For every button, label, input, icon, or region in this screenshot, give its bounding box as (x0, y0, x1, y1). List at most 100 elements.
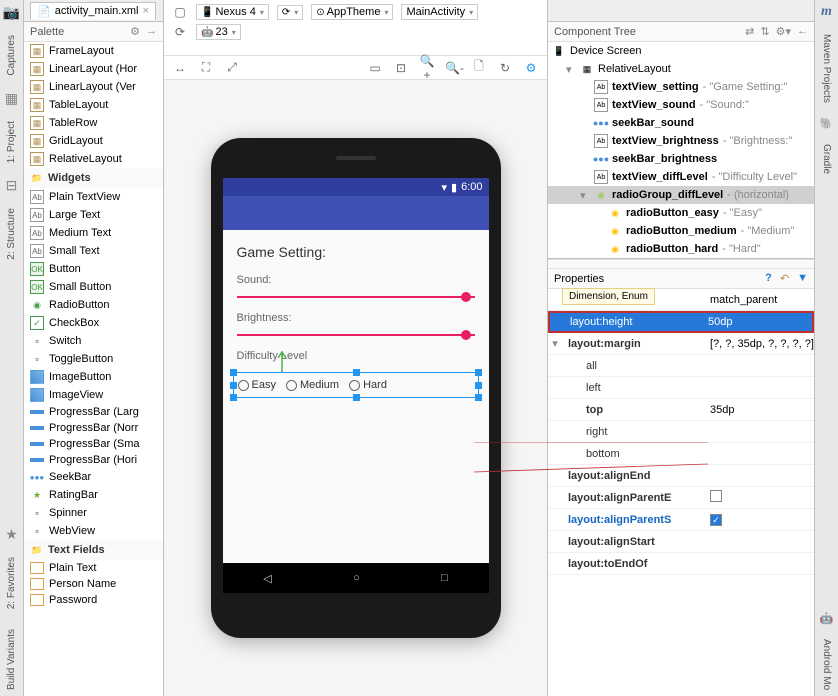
rail-tab-structure[interactable]: 2: Structure (6, 208, 17, 260)
palette-item[interactable]: ▦FrameLayout (24, 42, 163, 60)
phone-orient-icon[interactable]: ▢ (172, 5, 188, 19)
palette-item[interactable]: ▫ToggleButton (24, 350, 163, 368)
palette-item[interactable]: ProgressBar (Larg (24, 404, 163, 420)
android-icon[interactable]: 🤖 (820, 612, 834, 625)
palette-item[interactable]: ▦TableRow (24, 114, 163, 132)
select-icon[interactable]: ▭ (367, 61, 383, 75)
maven-icon[interactable]: m (821, 4, 832, 20)
zoom-in-icon[interactable]: 🔍+ (419, 54, 435, 82)
palette-item[interactable]: ▫Switch (24, 332, 163, 350)
palette-item[interactable]: Password (24, 592, 163, 608)
device-dropdown[interactable]: 📱 Nexus 4 (196, 4, 269, 20)
palette-item[interactable]: AbPlain TextView (24, 188, 163, 206)
tree-row[interactable]: AbtextView_diffLevel - "Difficulty Level… (548, 168, 814, 186)
file-tab-activity-main[interactable]: 📄 activity_main.xml × (30, 2, 156, 20)
property-row[interactable]: layout:alignParentE (548, 487, 814, 509)
palette-item[interactable]: AbLarge Text (24, 206, 163, 224)
help-icon[interactable]: ? (765, 272, 772, 285)
palette-item[interactable]: ▫WebView (24, 522, 163, 540)
settings-gear-icon[interactable]: ⚙ (523, 61, 539, 75)
tree-row[interactable]: ◉radioButton_medium - "Medium" (548, 222, 814, 240)
undo-icon[interactable]: ↶ (780, 272, 789, 285)
palette-item[interactable]: ProgressBar (Hori (24, 452, 163, 468)
tree-row[interactable]: AbtextView_brightness - "Brightness:" (548, 132, 814, 150)
palette-cat-textfields[interactable]: 📁Text Fields (24, 540, 163, 560)
design-canvas[interactable]: ▾ ▮ 6:00 Game Setting: Sound: Brightness… (164, 80, 547, 696)
palette-item[interactable]: AbSmall Text (24, 242, 163, 260)
tree-relative-layout[interactable]: ▾▦RelativeLayout (548, 60, 814, 78)
rail-tab-gradle[interactable]: Gradle (821, 144, 832, 174)
property-row[interactable]: right (548, 421, 814, 443)
palette-list[interactable]: ▦FrameLayout▦LinearLayout (Hor▦LinearLay… (24, 42, 163, 696)
palette-item[interactable]: ImageButton (24, 368, 163, 386)
tree-device-screen[interactable]: 📱Device Screen (548, 42, 814, 60)
refresh-icon[interactable]: ⟳ (172, 25, 188, 39)
palette-item[interactable]: ◉RadioButton (24, 296, 163, 314)
preview-radio-group[interactable]: Easy Medium Hard (233, 372, 479, 398)
collapse-icon[interactable]: ⇅ (760, 25, 769, 38)
tree-row[interactable]: ▾◉radioGroup_diffLevel - (horizontal) (548, 186, 814, 204)
expand-icon[interactable]: ⛶ (198, 60, 214, 75)
property-row[interactable]: layout:alignEnd (548, 465, 814, 487)
palette-item[interactable]: ●●●SeekBar (24, 468, 163, 486)
close-icon[interactable]: × (142, 5, 148, 17)
chevron-left-icon[interactable]: ← (797, 25, 808, 38)
palette-item[interactable]: ▫Spinner (24, 504, 163, 522)
zoom-fit-icon[interactable]: ⊡ (393, 61, 409, 75)
properties-grid[interactable]: xmatch_parentlayout:height50dp▾layout:ma… (548, 289, 814, 696)
tree-row[interactable]: ●●●seekBar_brightness (548, 150, 814, 168)
property-row[interactable]: layout:toEndOf (548, 553, 814, 575)
gear-icon[interactable]: ⚙▾ (776, 25, 791, 38)
palette-item[interactable]: ProgressBar (Norr (24, 420, 163, 436)
orientation-dropdown[interactable]: ⟳ (277, 5, 303, 20)
palette-cat-widgets[interactable]: 📁Widgets (24, 168, 163, 188)
activity-dropdown[interactable]: MainActivity (401, 4, 478, 20)
palette-item[interactable]: OKSmall Button (24, 278, 163, 296)
palette-item[interactable]: ▦GridLayout (24, 132, 163, 150)
palette-item[interactable]: OKButton (24, 260, 163, 278)
property-row[interactable]: ▾layout:margin[?, ?, 35dp, ?, ?, ?, ?] (548, 333, 814, 355)
api-dropdown[interactable]: 🤖23 (196, 24, 241, 40)
tree-row[interactable]: AbtextView_setting - "Game Setting:" (548, 78, 814, 96)
gradle-icon[interactable]: 🐘 (820, 117, 834, 130)
tree-row[interactable]: ◉radioButton_hard - "Hard" (548, 240, 814, 258)
property-row[interactable]: layout:height50dp (548, 311, 814, 333)
theme-dropdown[interactable]: ⊙ AppTheme (311, 4, 393, 20)
rail-tab-build[interactable]: Build Variants (6, 629, 17, 690)
gear-icon[interactable]: ⚙ (130, 25, 140, 38)
structure-icon[interactable]: ⊟ (6, 177, 18, 194)
preview-radio-hard[interactable]: Hard (349, 379, 387, 391)
palette-item[interactable]: ProgressBar (Sma (24, 436, 163, 452)
preview-radio-medium[interactable]: Medium (286, 379, 339, 391)
tree-row[interactable]: ◉radioButton_easy - "Easy" (548, 204, 814, 222)
property-row[interactable]: layout:alignParentS✓ (548, 509, 814, 531)
star-icon[interactable]: ★ (5, 526, 18, 543)
project-icon[interactable]: ▦ (5, 90, 18, 107)
palette-item[interactable]: ✓CheckBox (24, 314, 163, 332)
expand-icon[interactable]: ⇄ (745, 25, 754, 38)
refresh2-icon[interactable]: ↻ (497, 61, 513, 75)
rail-tab-maven[interactable]: Maven Projects (821, 34, 832, 103)
palette-item[interactable]: AbMedium Text (24, 224, 163, 242)
preview-radio-easy[interactable]: Easy (238, 379, 276, 391)
rail-tab-android[interactable]: Android Mo (821, 639, 832, 690)
pan-icon[interactable]: ↔ (172, 61, 188, 75)
palette-item[interactable]: ▦LinearLayout (Ver (24, 78, 163, 96)
palette-item[interactable]: ▦RelativeLayout (24, 150, 163, 168)
palette-item[interactable]: ▦LinearLayout (Hor (24, 60, 163, 78)
palette-item[interactable]: ImageView (24, 386, 163, 404)
property-row[interactable]: left (548, 377, 814, 399)
component-tree[interactable]: 📱Device Screen ▾▦RelativeLayout AbtextVi… (548, 42, 814, 259)
rail-tab-captures[interactable]: Captures (6, 35, 17, 76)
rail-tab-project[interactable]: 1: Project (6, 121, 17, 163)
filter-icon[interactable]: ▼ (797, 272, 808, 285)
palette-item[interactable]: Plain Text (24, 560, 163, 576)
zoom-out-icon[interactable]: 🔍- (445, 61, 461, 75)
palette-item[interactable]: Person Name (24, 576, 163, 592)
reset-icon[interactable]: 🗋 (471, 57, 487, 78)
camera-icon[interactable]: 📷 (3, 4, 20, 21)
tree-row[interactable]: AbtextView_sound - "Sound:" (548, 96, 814, 114)
palette-item[interactable]: ▦TableLayout (24, 96, 163, 114)
property-row[interactable]: all (548, 355, 814, 377)
property-row[interactable]: layout:alignStart (548, 531, 814, 553)
